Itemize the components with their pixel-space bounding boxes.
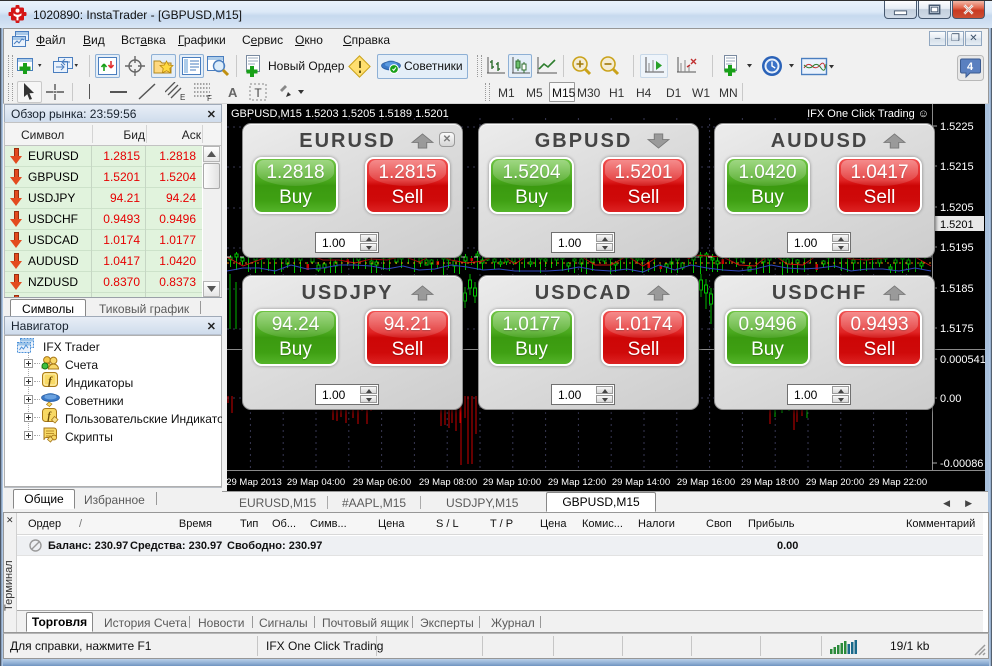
svg-text:1.5215: 1.5215 <box>940 161 974 173</box>
svg-text:GBPUSD,M15 1.5203 1.5205 1.51: GBPUSD,M15 1.5203 1.5205 1.5189 1.5201 <box>231 108 449 120</box>
svg-text:1.5195: 1.5195 <box>940 242 974 254</box>
svg-text:29 Мар 06:00: 29 Мар 06:00 <box>353 477 411 488</box>
svg-text:29 Мар 16:00: 29 Мар 16:00 <box>677 477 735 488</box>
svg-text:4: 4 <box>967 61 974 73</box>
svg-text:29 Мар 20:00: 29 Мар 20:00 <box>806 477 864 488</box>
svg-text:1.5175: 1.5175 <box>940 323 974 335</box>
svg-text:0.000541: 0.000541 <box>940 354 985 366</box>
svg-text:-0.00086: -0.00086 <box>940 458 983 470</box>
svg-text:29 Мар 12:00: 29 Мар 12:00 <box>548 477 606 488</box>
svg-text:T: T <box>254 86 262 100</box>
svg-text:29 Мар 08:00: 29 Мар 08:00 <box>419 477 477 488</box>
svg-text:29 Мар 04:00: 29 Мар 04:00 <box>287 477 345 488</box>
svg-text:1.5205: 1.5205 <box>940 202 974 214</box>
svg-text:29 Мар 18:00: 29 Мар 18:00 <box>741 477 799 488</box>
svg-text:29 Мар 10:00: 29 Мар 10:00 <box>483 477 541 488</box>
svg-text:0.00: 0.00 <box>940 393 961 405</box>
svg-text:1.5185: 1.5185 <box>940 283 974 295</box>
svg-text:F: F <box>207 94 212 102</box>
svg-text:29 Мар 2013: 29 Мар 2013 <box>227 477 282 488</box>
svg-text:IFX One Click Trading ☺: IFX One Click Trading ☺ <box>807 108 929 120</box>
svg-text:1.5201: 1.5201 <box>940 219 974 231</box>
svg-text:1.5225: 1.5225 <box>940 121 974 133</box>
svg-text:E: E <box>180 93 185 102</box>
svg-text:29 Мар 14:00: 29 Мар 14:00 <box>612 477 670 488</box>
svg-text:29 Мар 22:00: 29 Мар 22:00 <box>869 477 927 488</box>
